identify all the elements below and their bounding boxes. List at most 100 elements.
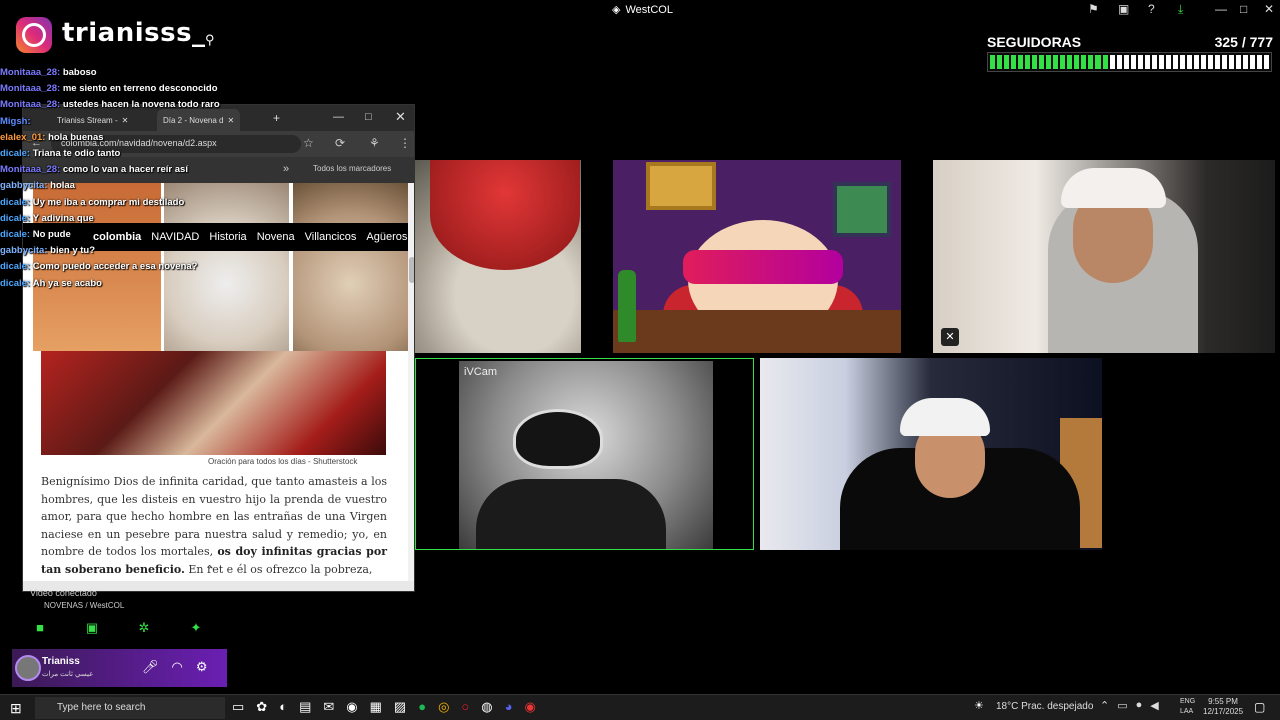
user-panel: Trianiss عيسي ثانت مرات 🎤︎ ◠ ⚙	[12, 649, 227, 687]
menu-icon[interactable]: ⋮	[399, 136, 411, 150]
activities-icon[interactable]: ✲	[132, 620, 156, 636]
settings-icon[interactable]: ⚙	[196, 659, 208, 675]
chat-username: Monitaaa_28:	[0, 83, 61, 95]
chat-message: Monitaaa_28: ustedes hacen la novena tod…	[0, 97, 240, 113]
chat-username: dicale:	[0, 229, 31, 241]
progress-segment	[1053, 55, 1059, 69]
network-icon[interactable]: ▭	[1117, 699, 1127, 712]
chat-username: dicale:	[0, 261, 31, 273]
progress-segment	[1250, 55, 1256, 69]
progress-segment	[1229, 55, 1235, 69]
person-body	[476, 479, 666, 549]
minimize-button[interactable]: —	[1215, 2, 1227, 16]
maximize-button[interactable]: □	[1240, 2, 1247, 16]
ad-image[interactable]	[293, 183, 408, 351]
voice-status: Video conectado	[30, 588, 97, 598]
progress-segment	[1207, 55, 1213, 69]
new-tab-button[interactable]: +	[273, 111, 280, 125]
soundboard-icon[interactable]: ✦	[184, 620, 208, 636]
voice-channel[interactable]: NOVENAS / WestCOL	[44, 601, 124, 610]
scroll-up-icon[interactable]: ⌃	[205, 563, 214, 576]
obs-icon[interactable]: ◍	[481, 699, 492, 715]
minimize-button[interactable]: —	[333, 111, 344, 123]
outlook-icon[interactable]: ✉	[323, 699, 334, 715]
weather-text[interactable]: 18°C Prac. despejado	[996, 701, 1093, 712]
taskbar-search[interactable]: Type here to search	[35, 697, 225, 719]
user-status-text: عيسي ثانت مرات	[42, 671, 94, 678]
maximize-button[interactable]: □	[365, 111, 372, 123]
chrome-icon[interactable]: ◎	[438, 699, 449, 715]
scrollbar-track[interactable]	[408, 183, 414, 581]
chat-username: Monitaaa_28:	[0, 67, 61, 78]
windows-start-icon[interactable]: ⊞	[10, 700, 22, 717]
flag-icon[interactable]: ⚑	[1088, 2, 1099, 16]
add-user-icon[interactable]: ⚲	[205, 32, 215, 48]
chat-username: gabbycita:	[0, 245, 48, 257]
volume-icon[interactable]: ◀	[1150, 699, 1158, 712]
chat-message: dicale: No pude	[0, 227, 240, 243]
screen-icon[interactable]: ▣	[1118, 2, 1129, 16]
video-tile-ivcam[interactable]: iVCam	[415, 358, 754, 550]
explorer-icon[interactable]: ▤	[299, 699, 311, 715]
scrollbar-thumb[interactable]	[409, 257, 414, 283]
progress-segment	[1151, 55, 1157, 69]
avatar[interactable]	[15, 655, 41, 681]
store-icon[interactable]: ▦	[370, 699, 382, 715]
screen-share-icon[interactable]: ▣	[80, 620, 104, 636]
progress-segment	[1074, 55, 1080, 69]
chat-text: Triana te odio tanto	[32, 148, 121, 160]
mic-icon[interactable]: ●	[1136, 699, 1143, 712]
muted-mic-icon: ✕	[941, 328, 959, 346]
progress-segment	[1025, 55, 1031, 69]
copilot-icon[interactable]: ✿	[256, 699, 267, 715]
progress-segment	[1186, 55, 1192, 69]
chat-message: elalex_01: hola buenas	[0, 130, 240, 146]
close-button[interactable]: ✕	[395, 109, 406, 125]
help-icon[interactable]: ?	[1148, 2, 1155, 16]
nav-item-novena[interactable]: Novena	[257, 231, 295, 243]
steam-icon[interactable]: ◉	[346, 699, 357, 715]
video-tile-2[interactable]	[613, 160, 901, 353]
video-tile-5[interactable]	[760, 358, 1102, 550]
opera-icon[interactable]: ○	[461, 699, 469, 715]
spotify-icon[interactable]: ●	[418, 699, 426, 715]
chat-text: baboso	[62, 67, 97, 78]
chevron-up-icon[interactable]: ⌃	[1100, 699, 1109, 712]
chat-text: bien y tu?	[50, 245, 96, 257]
puzzle-icon[interactable]: ⚘	[369, 136, 380, 150]
language-indicator[interactable]: ENG LAA	[1180, 697, 1195, 717]
chat-username: dicale:	[0, 212, 31, 224]
microphone-icon[interactable]: 🎤︎	[142, 659, 159, 675]
nav-item-agueros[interactable]: Agüeros	[366, 231, 407, 243]
discord-icon[interactable]: ◕	[505, 699, 513, 715]
more-bookmarks-icon[interactable]: »	[283, 163, 289, 175]
progress-segment	[1236, 55, 1242, 69]
notifications-icon[interactable]: ▢	[1254, 700, 1265, 714]
app-icon[interactable]: ▨	[394, 699, 406, 715]
task-view-icon[interactable]: ▭	[232, 699, 244, 715]
taskbar: ⊞ Type here to search ▭ ✿ ◐ ▤ ✉ ◉ ▦ ▨ ● …	[0, 694, 1280, 720]
close-button[interactable]: ✕	[1264, 2, 1274, 16]
progress-segment	[1123, 55, 1129, 69]
camera-icon[interactable]: ■	[28, 620, 52, 636]
progress-segment	[1116, 55, 1122, 69]
chat-message: dicale: Como puedo acceder a esa novena?	[0, 259, 240, 275]
progress-segment	[1130, 55, 1136, 69]
headphones-icon[interactable]: ◠	[172, 659, 183, 675]
extensions-icon[interactable]: ⟳	[335, 136, 345, 150]
photo-caption: Oración para todos los días - Shuttersto…	[208, 457, 358, 466]
nav-item-villancicos[interactable]: Villancicos	[305, 231, 357, 243]
clock[interactable]: 9:55 PM 12/17/2025	[1203, 697, 1243, 717]
video-tile-3[interactable]: ✕	[933, 160, 1275, 353]
chat-text: Ah ya se acabo	[32, 277, 102, 289]
chat-username: Monitaaa_28:	[0, 99, 61, 111]
all-bookmarks-link[interactable]: Todos los marcadores	[313, 164, 391, 173]
chat-message: gabbycita: holaa	[0, 178, 240, 194]
download-icon[interactable]: ⤓	[1178, 2, 1183, 17]
star-icon[interactable]: ☆	[303, 136, 314, 150]
edge-icon[interactable]: ◐	[279, 699, 287, 715]
recorder-icon[interactable]: ◉	[524, 699, 535, 715]
progress-segment	[1158, 55, 1164, 69]
voice-controls: ■ ▣ ✲ ✦	[28, 620, 208, 636]
chat-text: hola buenas	[48, 131, 104, 143]
